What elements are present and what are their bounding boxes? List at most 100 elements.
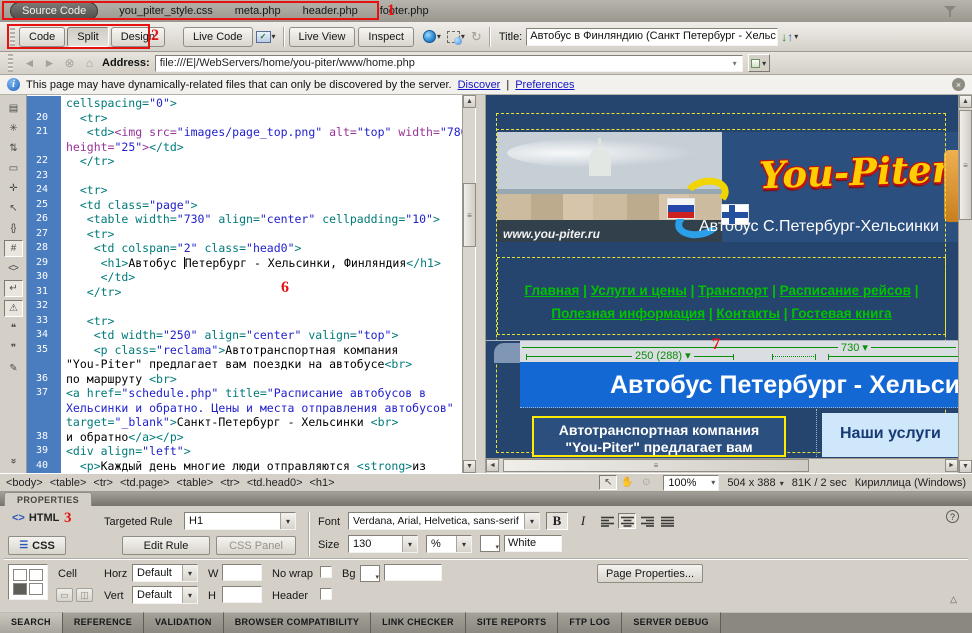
line-numbers-icon[interactable]: #	[4, 240, 23, 257]
nav-link[interactable]: Услуги и цены	[591, 283, 687, 298]
code-line[interactable]: Хельсинки и обратно. Цены и места отправ…	[27, 401, 462, 416]
code-line[interactable]: 31 </tr>	[27, 285, 462, 300]
addressbar-grip[interactable]	[8, 54, 13, 72]
page-properties-button[interactable]: Page Properties...	[597, 564, 703, 583]
discover-link[interactable]: Discover	[458, 79, 501, 91]
document-title-input[interactable]: Автобус в Финляндию (Санкт Петербург - Х…	[526, 28, 778, 46]
code-scrollbar-thumb[interactable]: ≡	[463, 183, 476, 247]
refresh-design-view-button[interactable]: ↻	[468, 27, 485, 47]
text-color-swatch[interactable]: ▾	[480, 535, 500, 552]
related-file-tab[interactable]: header.php	[292, 3, 369, 19]
code-line[interactable]: cellspacing="0">	[27, 96, 462, 111]
code-line[interactable]: 24 <tr>	[27, 183, 462, 198]
results-tab[interactable]: REFERENCE	[63, 612, 144, 633]
forward-icon[interactable]: ►	[42, 56, 57, 70]
scroll-down-icon[interactable]: ▼	[959, 460, 972, 473]
code-line[interactable]: height="25"></td>	[27, 140, 462, 155]
view-list-button[interactable]: ▾	[748, 54, 770, 72]
tag-selector-item[interactable]: <tr>	[220, 477, 240, 489]
table-width-menu-730[interactable]: 730 ▾	[838, 341, 871, 354]
code-line[interactable]: 33 <tr>	[27, 314, 462, 329]
vert-select[interactable]: Default ▾	[132, 586, 198, 604]
preferences-link[interactable]: Preferences	[515, 79, 574, 91]
code-line[interactable]: 36по маршруту <br>	[27, 372, 462, 387]
code-view-button[interactable]: Code	[19, 27, 65, 47]
code-line[interactable]: 22 </tr>	[27, 154, 462, 169]
code-line[interactable]: 30 </td>	[27, 270, 462, 285]
nav-link[interactable]: Контакты	[716, 306, 780, 321]
live-view-options-button[interactable]: ✓ ▾	[253, 27, 279, 47]
targeted-rule-select[interactable]: H1 ▾	[184, 512, 296, 530]
collapse-panel-icon[interactable]: △	[950, 594, 957, 605]
code-line[interactable]: 20 <tr>	[27, 111, 462, 126]
tag-selector-item[interactable]: <td.head0>	[247, 477, 303, 489]
inspect-button[interactable]: Inspect	[358, 27, 413, 47]
source-code-tab[interactable]: Source Code	[10, 2, 98, 20]
highlight-invalid-code-icon[interactable]: <>	[4, 260, 23, 277]
no-wrap-checkbox[interactable]	[320, 566, 332, 578]
scroll-up-icon[interactable]: ▲	[463, 95, 476, 108]
related-file-tab[interactable]: you_piter_style.css	[108, 3, 224, 19]
align-justify-button[interactable]	[658, 513, 676, 529]
code-line[interactable]: 38и обратно</a></p>	[27, 430, 462, 445]
design-vscroll-thumb[interactable]: ≡	[959, 110, 972, 220]
live-code-button[interactable]: Live Code	[183, 27, 253, 47]
split-view-button[interactable]: Split	[67, 27, 108, 47]
promo-box[interactable]: Автотранспортная компания "You-Piter" пр…	[532, 416, 786, 457]
tag-selector-item[interactable]: <tr>	[93, 477, 113, 489]
code-line[interactable]: 25 <td class="page">	[27, 198, 462, 213]
address-input[interactable]: file:///E|/WebServers/home/you-piter/www…	[155, 55, 743, 72]
code-line[interactable]: 27 <tr>	[27, 227, 462, 242]
zoom-select[interactable]: 100% ▾	[663, 475, 719, 491]
design-horizontal-scrollbar[interactable]: ◄ ≡ ►	[486, 458, 958, 473]
toolbar-grip[interactable]	[10, 28, 15, 46]
balance-braces-icon[interactable]: {}	[4, 220, 23, 237]
nav-link[interactable]: Гостевая книга	[791, 306, 891, 321]
css-mode-button[interactable]: ☰ CSS	[8, 536, 66, 555]
select-tool-icon[interactable]: ↖	[599, 475, 617, 490]
split-cell-icon[interactable]: ◫	[76, 588, 93, 602]
expand-all-icon[interactable]: ✛	[4, 180, 23, 197]
results-tab[interactable]: SERVER DEBUG	[622, 612, 720, 633]
italic-button[interactable]: I	[572, 512, 594, 530]
live-view-button[interactable]: Live View	[289, 27, 356, 47]
zoom-tool-icon[interactable]: ⊙	[637, 475, 655, 490]
column-width-menu-250[interactable]: 250 (288) ▾	[632, 349, 694, 362]
preview-in-browser-button[interactable]: ▾	[420, 27, 444, 47]
code-view[interactable]: cellspacing="0">20 <tr>21 <td><img src="…	[27, 95, 475, 473]
code-line[interactable]: target="_blank">Санкт-Петербург - Хельси…	[27, 415, 462, 430]
collapse-selection-icon[interactable]: ▭	[4, 160, 23, 177]
tag-selector-item[interactable]: <body>	[6, 477, 43, 489]
open-documents-icon[interactable]: ▤	[4, 100, 23, 117]
code-line[interactable]: 39<div align="left">	[27, 444, 462, 459]
back-icon[interactable]: ◄	[22, 56, 37, 70]
code-line[interactable]: "You-Piter" предлагает вам поездки на ав…	[27, 357, 462, 372]
select-parent-tag-icon[interactable]: ↖	[4, 200, 23, 217]
edit-rule-button[interactable]: Edit Rule	[122, 536, 210, 555]
text-color-input[interactable]: White	[504, 535, 562, 552]
header-checkbox[interactable]	[320, 588, 332, 600]
filter-related-files-icon[interactable]	[944, 5, 958, 18]
results-tab[interactable]: SITE REPORTS	[466, 612, 559, 633]
design-view[interactable]: You-Piter Автобус С.Петербург-Хельсинки …	[486, 95, 958, 473]
code-line[interactable]: 21 <td><img src="images/page_top.png" al…	[27, 125, 462, 140]
results-tab[interactable]: SEARCH	[0, 612, 63, 633]
infobar-close-icon[interactable]: ×	[952, 78, 965, 91]
code-vertical-scrollbar[interactable]: ▲ ≡ ▼	[462, 95, 475, 473]
file-transfer-button[interactable]: ↓ ↑ ▾	[778, 27, 801, 47]
results-tab[interactable]: VALIDATION	[144, 612, 224, 633]
results-tab[interactable]: LINK CHECKER	[371, 612, 466, 633]
tag-selector-item[interactable]: <h1>	[310, 477, 335, 489]
align-left-button[interactable]	[598, 513, 616, 529]
design-vertical-scrollbar[interactable]: ▲ ≡ ▼	[958, 95, 972, 473]
stop-icon[interactable]: ⊗	[62, 56, 77, 70]
code-line[interactable]: 34 <td width="250" align="center" valign…	[27, 328, 462, 343]
syntax-error-alerts-icon[interactable]: ⚠	[4, 300, 23, 317]
bg-color-input[interactable]	[384, 564, 442, 581]
code-line[interactable]: 23	[27, 169, 462, 184]
tag-selector-item[interactable]: <table>	[177, 477, 214, 489]
tag-selector-item[interactable]: <td.page>	[120, 477, 170, 489]
address-dropdown-icon[interactable]: ▾	[728, 59, 742, 68]
merge-cells-icon[interactable]: ▭	[56, 588, 73, 602]
bold-button[interactable]: B	[546, 512, 568, 530]
